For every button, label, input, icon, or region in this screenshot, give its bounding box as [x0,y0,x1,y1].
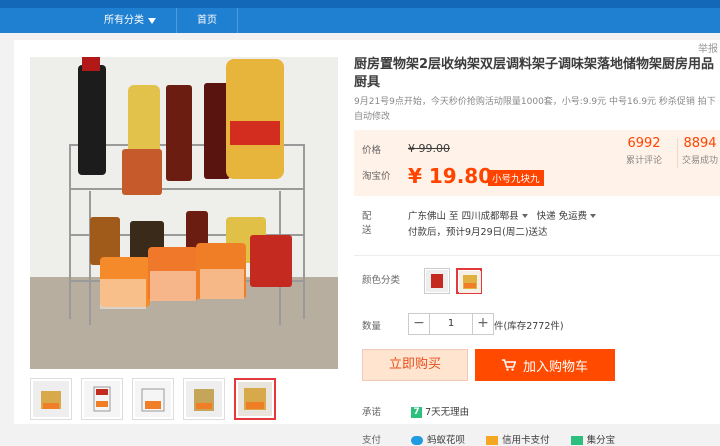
divider [354,255,720,256]
nav-home[interactable]: 首页 [177,8,237,33]
price-box: 价格 ¥ 99.00 淘宝价 ¥ 19.80 小号九块九 6992 累计评论 8… [354,130,720,196]
payment-row: 支付 蚂蚁花呗 信用卡支付 集分宝 [354,432,615,446]
promo-line2: 自动修改 [354,112,391,122]
reviews-label: 累计评论 [626,156,663,166]
huabei-icon [411,436,424,445]
price-badge: 小号九块九 [488,170,544,186]
thumbnail-4[interactable] [183,378,225,420]
ship-express[interactable]: 快递 免运费 [537,211,588,222]
thumbnail-1[interactable] [30,378,72,420]
thumbnail-5-selected[interactable] [234,378,276,420]
product-panel: 举报 厨房置物架2层收纳架双层调料架子调味架落地储物架厨房用品 厨具 9月21号… [14,40,720,446]
buy-now-button[interactable]: 立即购买 [362,349,468,381]
stat-divider [677,138,678,168]
payment-method-2: 信用卡支付 [502,435,550,446]
delivery-label: 配送 [362,211,372,236]
credit-card-icon [486,436,499,445]
cart-icon [501,359,516,371]
payment-method-1: 蚂蚁花呗 [427,435,466,446]
promise-row: 承诺 7 7天无理由 [354,404,469,418]
top-nav: 所有分类 首页 [0,0,720,33]
quantity-input[interactable]: 1 [430,313,472,335]
add-to-cart-label: 加入购物车 [522,359,588,375]
current-price: ¥ 19.80 [408,164,493,188]
quantity-label: 数量 [362,321,382,332]
report-link[interactable]: 举报 [698,40,718,55]
original-price: ¥ 99.00 [408,142,450,155]
quantity-increase-button[interactable]: + [472,313,494,335]
nav-all-categories-label: 所有分类 [104,15,144,26]
nav-divider [237,8,238,33]
thumbnail-3[interactable] [132,378,174,420]
color-option-2-selected[interactable] [456,268,482,294]
ship-destination[interactable]: 四川成都郫县 [462,211,519,222]
quantity-decrease-button[interactable]: − [408,313,430,335]
chevron-down-icon[interactable] [521,214,528,218]
payment-label: 支付 [362,435,382,446]
stock-text: 件(库存2772件) [494,321,564,332]
product-title-line1: 厨房置物架2层收纳架双层调料架子调味架落地储物架厨房用品 [354,57,715,72]
promo-line1: 9月21号9点开始，今天秒价抢购活动限量1000套，小号:9.9元 中号16.9… [354,97,716,107]
add-to-cart-button[interactable]: 加入购物车 [475,349,615,381]
sales-count: 8894 [683,136,717,151]
delivery-route: 广东佛山 至 四川成都郫县 快递 免运费 [408,208,602,222]
reviews-count: 6992 [627,136,661,151]
dropdown-triangle-icon [148,17,156,24]
color-option-1[interactable] [424,268,450,294]
seven-day-icon: 7 [411,407,423,418]
product-main-image[interactable] [30,57,338,369]
promise-text[interactable]: 7天无理由 [425,407,469,418]
taobao-price-label: 淘宝价 [362,171,391,182]
payment-method-3: 集分宝 [586,435,616,446]
sales-stat[interactable]: 8894 交易成功 [682,136,718,166]
price-label: 价格 [362,145,382,156]
thumbnail-strip [30,378,276,420]
thumbnail-2[interactable] [81,378,123,420]
reviews-stat[interactable]: 6992 累计评论 [626,136,662,166]
ship-from: 广东佛山 [408,211,447,222]
ship-to-word: 至 [449,211,459,222]
delivery-note: 付款后，预计9月29日(周二)送达 [408,227,548,238]
sales-label: 交易成功 [682,156,719,166]
nav-all-categories[interactable]: 所有分类 [84,8,176,33]
product-title-line2: 厨具 [354,75,381,90]
color-label: 颜色分类 [362,275,401,286]
jifenbao-icon [570,436,583,445]
chevron-down-icon[interactable] [590,214,597,218]
quantity-stepper: − 1 + [408,313,494,335]
product-info: 厨房置物架2层收纳架双层调料架子调味架落地储物架厨房用品 厨具 9月21号9点开… [354,56,720,446]
promise-label: 承诺 [362,407,382,418]
